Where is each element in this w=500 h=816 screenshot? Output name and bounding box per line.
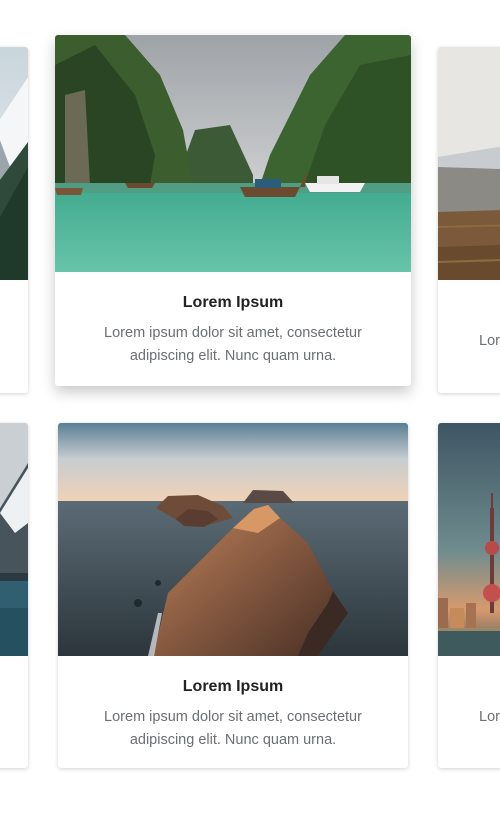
card-description-fragment: Lor [479, 709, 500, 725]
card-carousel-page: Lorem Ipsum Lorem ipsum dolor sit amet, … [0, 0, 500, 816]
card-description: Lorem ipsum dolor sit amet, consectetur … [104, 325, 362, 364]
desert-plains-image [438, 47, 500, 280]
tropical-lagoon-image [55, 35, 411, 272]
city-skyline-image [438, 423, 500, 656]
card-body: Lorem Ipsum Lorem ipsum dolor sit amet, … [58, 677, 408, 752]
card-description: Lorem ipsum dolor sit amet, consectetur … [104, 709, 362, 748]
card-body: Lor [438, 706, 500, 729]
carousel-card-center-row1[interactable]: Lorem Ipsum Lorem ipsum dolor sit amet, … [55, 35, 411, 386]
snowy-mountain-image [0, 47, 28, 280]
card-description-fragment: Lor [479, 333, 500, 349]
carousel-card-left-row2[interactable] [0, 423, 28, 768]
carousel-card-right-row1[interactable]: Lor [438, 47, 500, 393]
carousel-card-center-row2[interactable]: Lorem Ipsum Lorem ipsum dolor sit amet, … [58, 423, 408, 768]
card-title: Lorem Ipsum [182, 294, 284, 311]
card-title: Lorem Ipsum [182, 678, 284, 695]
carousel-card-right-row2[interactable]: Lor [438, 423, 500, 768]
mountain-lake-image [0, 423, 28, 656]
card-body: Lorem Ipsum Lorem ipsum dolor sit amet, … [55, 293, 411, 368]
carousel-card-left-row1[interactable] [0, 47, 28, 393]
coastal-rocks-image [58, 423, 408, 656]
card-body: Lor [438, 330, 500, 353]
